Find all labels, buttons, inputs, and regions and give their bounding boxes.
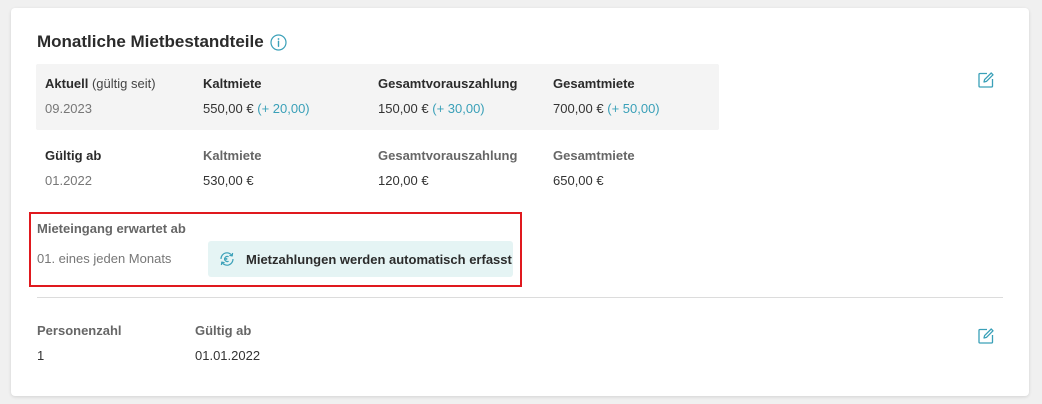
auto-payment-badge: Mietzahlungen werden automatisch erfasst bbox=[208, 241, 513, 277]
current-label: Aktuell (gültig seit) bbox=[45, 76, 156, 91]
current-vorauszahlung-value: 150,00 € (+ 30,00) bbox=[378, 101, 517, 116]
current-vorauszahlung-delta: (+ 30,00) bbox=[432, 101, 485, 116]
current-kaltmiete-delta: (+ 20,00) bbox=[257, 101, 310, 116]
current-gesamtmiete-column: Gesamtmiete 700,00 € (+ 50,00) bbox=[553, 76, 660, 116]
previous-gesamtmiete-value: 650,00 € bbox=[553, 173, 604, 188]
edit-persons-icon[interactable] bbox=[977, 327, 995, 345]
current-date: 09.2023 bbox=[45, 101, 92, 116]
persons-count-label: Personenzahl bbox=[37, 323, 122, 338]
rent-components-card: Monatliche Mietbestandteile Aktuell (gül… bbox=[11, 8, 1029, 396]
current-gesamtmiete-amount: 700,00 € bbox=[553, 101, 604, 116]
previous-vorauszahlung-label: Gesamtvorauszahlung bbox=[378, 148, 518, 163]
previous-vorauszahlung-column: Gesamtvorauszahlung 120,00 € bbox=[378, 148, 517, 188]
previous-kaltmiete-label: Kaltmiete bbox=[203, 148, 262, 163]
persons-valid-label: Gültig ab bbox=[195, 323, 252, 338]
section-header: Monatliche Mietbestandteile bbox=[37, 32, 287, 52]
persons-valid-value: 01.01.2022 bbox=[195, 348, 261, 363]
current-date-column: Aktuell (gültig seit) 09.2023 bbox=[45, 76, 156, 116]
current-gesamtmiete-value: 700,00 € (+ 50,00) bbox=[553, 101, 660, 116]
persons-count-column: Personenzahl 1 bbox=[37, 323, 122, 363]
previous-gesamtmiete-label: Gesamtmiete bbox=[553, 148, 635, 163]
current-vorauszahlung-amount: 150,00 € bbox=[378, 101, 429, 116]
rent-income-column: Mieteingang erwartet ab 01. eines jeden … bbox=[37, 221, 186, 266]
edit-rent-icon[interactable] bbox=[977, 71, 995, 89]
persons-valid-column: Gültig ab 01.01.2022 bbox=[195, 323, 260, 363]
previous-gesamtmiete-column: Gesamtmiete 650,00 € bbox=[553, 148, 635, 188]
previous-date-column: Gültig ab 01.2022 bbox=[45, 148, 101, 188]
euro-cycle-icon bbox=[218, 250, 236, 268]
section-divider bbox=[37, 297, 1003, 298]
previous-label: Gültig ab bbox=[45, 148, 102, 163]
auto-payment-text: Mietzahlungen werden automatisch erfasst bbox=[246, 251, 512, 267]
persons-count-value: 1 bbox=[37, 348, 45, 363]
section-title: Monatliche Mietbestandteile bbox=[37, 32, 264, 51]
current-rent-panel: Aktuell (gültig seit) 09.2023 Kaltmiete … bbox=[36, 64, 719, 130]
current-kaltmiete-value: 550,00 € (+ 20,00) bbox=[203, 101, 310, 116]
rent-income-value: 01. eines jeden Monats bbox=[37, 251, 172, 266]
current-kaltmiete-column: Kaltmiete 550,00 € (+ 20,00) bbox=[203, 76, 310, 116]
previous-vorauszahlung-value: 120,00 € bbox=[378, 173, 429, 188]
previous-date: 01.2022 bbox=[45, 173, 92, 188]
rent-income-label: Mieteingang erwartet ab bbox=[37, 221, 186, 236]
current-vorauszahlung-label: Gesamtvorauszahlung bbox=[378, 76, 518, 91]
current-gesamtmiete-delta: (+ 50,00) bbox=[607, 101, 660, 116]
current-label-suffix: (gültig seit) bbox=[88, 76, 156, 91]
previous-kaltmiete-column: Kaltmiete 530,00 € bbox=[203, 148, 262, 188]
current-kaltmiete-amount: 550,00 € bbox=[203, 101, 254, 116]
current-vorauszahlung-column: Gesamtvorauszahlung 150,00 € (+ 30,00) bbox=[378, 76, 517, 116]
previous-kaltmiete-value: 530,00 € bbox=[203, 173, 254, 188]
current-gesamtmiete-label: Gesamtmiete bbox=[553, 76, 635, 91]
info-icon[interactable] bbox=[270, 33, 287, 51]
current-kaltmiete-label: Kaltmiete bbox=[203, 76, 262, 91]
current-label-bold: Aktuell bbox=[45, 76, 89, 91]
